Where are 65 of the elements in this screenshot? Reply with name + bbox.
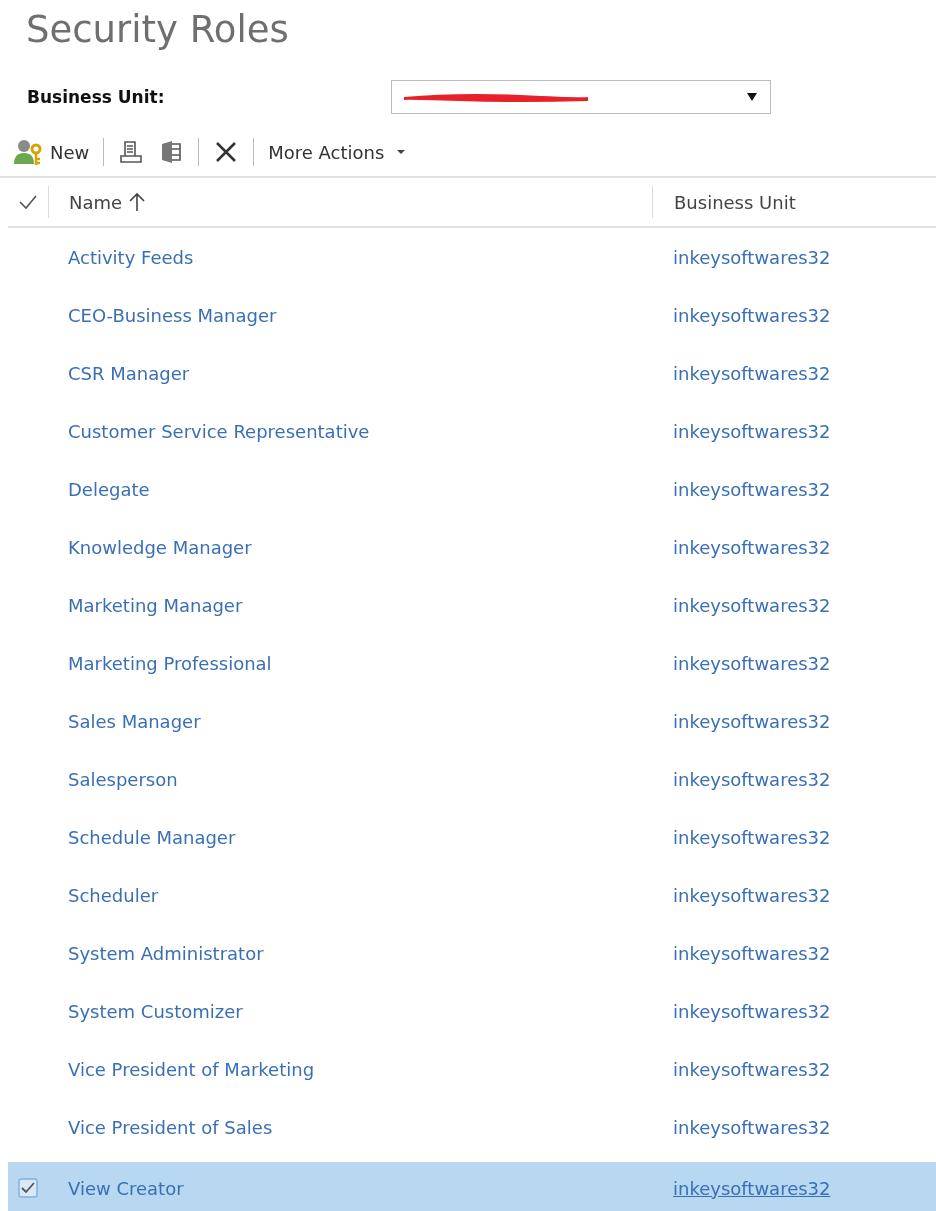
column-header[interactable]: Business Unit: [674, 191, 796, 213]
business-unit-link[interactable]: inkeysoftwares32: [673, 1177, 831, 1199]
business-unit-link[interactable]: inkeysoftwares32: [673, 420, 831, 442]
business-unit-dropdown[interactable]: [391, 80, 771, 114]
business-unit-link[interactable]: inkeysoftwares32: [673, 652, 831, 674]
table-row[interactable]: Knowledge Manager inkeysoftwares32: [8, 518, 936, 576]
business-unit-link[interactable]: inkeysoftwares32: [673, 768, 831, 790]
table-row[interactable]: CSR Manager inkeysoftwares32: [8, 344, 936, 402]
business-unit-link[interactable]: inkeysoftwares32: [673, 942, 831, 964]
table-row[interactable]: Vice President of Marketing inkeysoftwares32: [8, 1040, 936, 1098]
business-unit-link[interactable]: inkeysoftwares32: [673, 246, 831, 268]
business-unit-link[interactable]: inkeysoftwares32: [673, 594, 831, 616]
table-row[interactable]: Customer Service Representative inkeysoftwares32: [8, 402, 936, 460]
role-name-link[interactable]: CEO-Business Manager: [68, 304, 277, 326]
new-button[interactable]: New: [12, 137, 90, 167]
role-name-link[interactable]: Marketing Professional: [68, 652, 272, 674]
business-unit-link[interactable]: inkeysoftwares32: [673, 884, 831, 906]
table-row[interactable]: Activity Feeds inkeysoftwares32: [8, 228, 936, 286]
role-name-link[interactable]: System Customizer: [68, 1000, 243, 1022]
sort-ascending-icon: [128, 192, 147, 212]
business-unit-link[interactable]: inkeysoftwares32: [673, 536, 831, 558]
role-name-link[interactable]: Customer Service Representative: [68, 420, 370, 442]
role-name-link[interactable]: CSR Manager: [68, 362, 190, 384]
business-unit-link[interactable]: inkeysoftwares32: [673, 1058, 831, 1080]
print-icon[interactable]: [118, 139, 145, 165]
role-name-link[interactable]: Knowledge Manager: [68, 536, 252, 558]
table-row[interactable]: Scheduler inkeysoftwares32: [8, 866, 936, 924]
role-name-link[interactable]: Delegate: [68, 478, 150, 500]
role-name-link[interactable]: Marketing Manager: [68, 594, 243, 616]
table-row[interactable]: Vice President of Sales inkeysoftwares32: [8, 1098, 936, 1156]
page-title: Security Roles: [25, 7, 290, 53]
table-row[interactable]: System Customizer inkeysoftwares32: [8, 982, 936, 1040]
table-row[interactable]: Marketing Professional inkeysoftwares32: [8, 634, 936, 692]
user-key-icon: [12, 137, 44, 167]
dropdown-arrow-icon: [746, 92, 758, 102]
business-unit-link[interactable]: inkeysoftwares32: [673, 304, 831, 326]
role-name-link[interactable]: Vice President of Sales: [68, 1116, 273, 1138]
business-unit-label: Business Unit:: [26, 87, 166, 107]
business-unit-link[interactable]: inkeysoftwares32: [673, 1000, 831, 1022]
role-name-link[interactable]: System Administrator: [68, 942, 264, 964]
role-name-link[interactable]: Salesperson: [68, 768, 178, 790]
table-row[interactable]: Salesperson inkeysoftwares32: [8, 750, 936, 808]
role-name-link[interactable]: Activity Feeds: [68, 246, 194, 268]
business-unit-link[interactable]: inkeysoftwares32: [673, 1116, 831, 1138]
table-row[interactable]: System Administrator inkeysoftwares32: [8, 924, 936, 982]
role-name-link[interactable]: Vice President of Marketing: [68, 1058, 315, 1080]
business-unit-link[interactable]: inkeysoftwares32: [673, 710, 831, 732]
role-name-link[interactable]: Sales Manager: [68, 710, 201, 732]
business-unit-link[interactable]: inkeysoftwares32: [673, 478, 831, 500]
role-name-link[interactable]: Schedule Manager: [68, 826, 236, 848]
checkbox-checked-icon[interactable]: [18, 1178, 38, 1198]
caret-icon: [396, 149, 407, 155]
role-name-link[interactable]: Scheduler: [68, 884, 159, 906]
table-row[interactable]: View Creator inkeysoftwares32: [8, 1162, 936, 1211]
table-row[interactable]: Delegate inkeysoftwares32: [8, 460, 936, 518]
more-actions-button[interactable]: More Actions: [268, 141, 407, 163]
role-name-link[interactable]: View Creator: [68, 1177, 184, 1199]
column-header[interactable]: Name: [69, 191, 123, 213]
select-all-check-icon[interactable]: [18, 194, 38, 210]
business-unit-link[interactable]: inkeysoftwares32: [673, 826, 831, 848]
table-row[interactable]: Schedule Manager inkeysoftwares32: [8, 808, 936, 866]
business-unit-link[interactable]: inkeysoftwares32: [673, 362, 831, 384]
table-row[interactable]: CEO-Business Manager inkeysoftwares32: [8, 286, 936, 344]
table-row[interactable]: Sales Manager inkeysoftwares32: [8, 692, 936, 750]
table-row[interactable]: Marketing Manager inkeysoftwares32: [8, 576, 936, 634]
